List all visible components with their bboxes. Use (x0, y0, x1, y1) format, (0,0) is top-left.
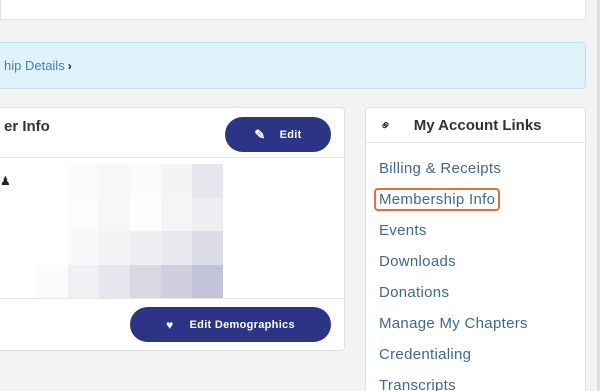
sidebar-item-donations[interactable]: Donations (366, 277, 585, 308)
sidebar-item-credentialing[interactable]: Credentialing (366, 339, 585, 370)
sidebar-item-downloads[interactable]: Downloads (366, 246, 585, 277)
photo-pixel (192, 164, 223, 198)
link-icon: ⚭ (375, 114, 396, 135)
photo-pixel (130, 164, 161, 198)
photo-pixel (130, 197, 161, 231)
photo-pixel (37, 164, 68, 198)
photo-pixel (37, 197, 68, 231)
membership-details-banner: hip Details › (0, 42, 586, 89)
photo-pixel (161, 231, 192, 265)
sidebar-item-events[interactable]: Events (366, 215, 585, 246)
top-panel (0, 0, 586, 20)
chevron-right-icon: › (67, 58, 72, 73)
photo-pixel (161, 164, 192, 198)
photo-pixel (68, 264, 99, 298)
member-info-title: er Info (4, 118, 50, 135)
edit-button[interactable]: ✎ Edit (225, 117, 331, 152)
edit-demographics-button[interactable]: ♥ Edit Demographics (130, 307, 331, 342)
user-icon: ♟ (0, 174, 11, 188)
member-info-header: er Info ✎ Edit (0, 108, 344, 158)
photo-pixel (130, 264, 161, 298)
blurred-member-photo (37, 164, 223, 298)
member-info-card: er Info ✎ Edit ♟ ♥ Edit Demographics (0, 107, 345, 351)
heart-icon: ♥ (166, 317, 174, 332)
edit-button-label: Edit (279, 128, 302, 141)
sidebar-item-label[interactable]: Membership Info (374, 188, 501, 211)
photo-pixel (99, 231, 130, 265)
photo-pixel (161, 197, 192, 231)
account-links-sidebar: ⚭ My Account Links Billing & Receipts Me… (365, 107, 586, 391)
photo-pixel (192, 231, 223, 265)
membership-details-label: hip Details (4, 58, 65, 73)
sidebar-item-label[interactable]: Donations (379, 284, 449, 301)
footer-divider (0, 298, 344, 299)
photo-pixel (68, 164, 99, 198)
sidebar-item-label[interactable]: Credentialing (379, 346, 471, 363)
sidebar-item-label[interactable]: Downloads (379, 253, 456, 270)
photo-pixel (68, 231, 99, 265)
sidebar-item-billing[interactable]: Billing & Receipts (366, 153, 585, 184)
photo-pixel (68, 197, 99, 231)
photo-pixel (192, 264, 223, 298)
account-links-list: Billing & Receipts Membership Info Event… (366, 143, 585, 391)
sidebar-item-label[interactable]: Billing & Receipts (379, 160, 501, 177)
pencil-icon: ✎ (254, 126, 266, 142)
photo-pixel (99, 164, 130, 198)
sidebar-item-chapters[interactable]: Manage My Chapters (366, 308, 585, 339)
sidebar-item-label[interactable]: Transcripts (379, 377, 456, 391)
sidebar-item-membership-info[interactable]: Membership Info (366, 184, 585, 215)
sidebar-item-transcripts[interactable]: Transcripts (366, 370, 585, 391)
sidebar-item-label[interactable]: Manage My Chapters (379, 315, 528, 332)
sidebar-item-label[interactable]: Events (379, 222, 427, 239)
account-links-title: My Account Links (413, 116, 542, 134)
photo-pixel (161, 264, 192, 298)
edit-demographics-label: Edit Demographics (189, 318, 295, 331)
photo-pixel (37, 264, 68, 298)
account-links-header: ⚭ My Account Links (366, 108, 585, 143)
photo-pixel (99, 197, 130, 231)
photo-pixel (99, 264, 130, 298)
photo-pixel (192, 197, 223, 231)
photo-pixel (130, 231, 161, 265)
photo-pixel (37, 231, 68, 265)
membership-details-link[interactable]: hip Details › (4, 58, 72, 73)
